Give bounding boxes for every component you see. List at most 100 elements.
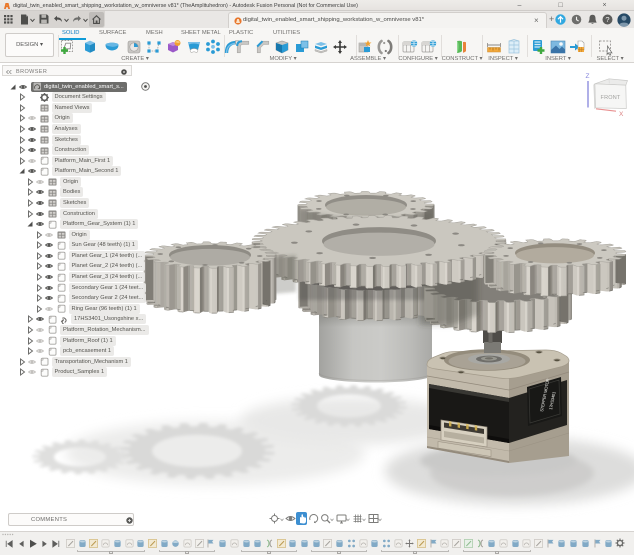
close-button[interactable]: ×: [600, 2, 609, 10]
timeline-feature-component-icon[interactable]: [125, 538, 134, 548]
timeline-feature-component-icon[interactable]: [101, 538, 110, 548]
expand-icon[interactable]: [35, 273, 43, 281]
timeline-feature-extrude-icon[interactable]: [218, 538, 227, 548]
tree-item-label[interactable]: Sketches: [52, 135, 81, 145]
configuration-icon[interactable]: [401, 38, 419, 56]
tree-row[interactable]: Named Views: [0, 103, 160, 113]
timeline-feature-extrude-icon[interactable]: [569, 538, 578, 548]
view-cube[interactable]: ZFRONTX: [578, 71, 630, 177]
timeline-group-handle[interactable]: [337, 551, 341, 554]
tree-row[interactable]: Bodies: [0, 187, 160, 197]
timeline-feature-extrude-icon[interactable]: [487, 538, 496, 548]
timeline-feature-extrude-icon[interactable]: [288, 538, 297, 548]
toolbar-group-construct[interactable]: CONSTRUCT ▾: [442, 56, 483, 62]
timeline-feature-flag-icon[interactable]: [206, 538, 215, 548]
tree-row[interactable]: Platform_Main_First 1: [0, 156, 160, 166]
workspace-tab-solid[interactable]: SOLID: [62, 30, 79, 36]
tree-row[interactable]: Secondary Gear 1 (24 teet...: [0, 283, 160, 293]
expand-icon[interactable]: [35, 305, 43, 313]
timeline-feature-extrude-icon[interactable]: [312, 538, 321, 548]
tree-item-label[interactable]: Document Settings: [52, 92, 106, 102]
eye-hidden-icon[interactable]: [36, 347, 44, 355]
timeline-feature-sketch-y-icon[interactable]: [89, 538, 98, 548]
tree-item-label[interactable]: Origin: [60, 177, 81, 187]
timeline-feature-extrude-icon[interactable]: [160, 538, 169, 548]
eye-visible-icon[interactable]: [28, 146, 36, 154]
measure-icon[interactable]: [485, 38, 503, 56]
skip-end-icon[interactable]: [52, 540, 60, 548]
expand-icon[interactable]: [18, 146, 26, 154]
insert-derive-icon[interactable]: [530, 38, 548, 56]
eye-hidden-icon[interactable]: [28, 157, 36, 165]
expand-icon[interactable]: [26, 347, 34, 355]
offset-face-icon[interactable]: [312, 38, 330, 56]
eye-hidden-icon[interactable]: [28, 358, 36, 366]
tree-item-label[interactable]: Planet Gear_1 (24 teeth) (...: [69, 251, 146, 261]
step-forward-icon[interactable]: [41, 540, 49, 548]
eye-visible-icon[interactable]: [28, 136, 36, 144]
timeline-feature-extrude-icon[interactable]: [511, 538, 520, 548]
workspace-tab-mesh[interactable]: MESH: [146, 30, 163, 36]
tree-item-label[interactable]: Transportation_Mechanism 1: [52, 357, 131, 367]
timeline-feature-sketch-y-icon[interactable]: [148, 538, 157, 548]
joint-icon[interactable]: [376, 38, 394, 56]
file-caret-icon[interactable]: [30, 18, 35, 22]
tree-item-label[interactable]: Secondary Gear 1 (24 teet...: [69, 283, 147, 293]
insert-mesh-icon[interactable]: [568, 38, 586, 56]
tree-item-label[interactable]: Construction: [52, 145, 90, 155]
collapse-icon[interactable]: [18, 167, 26, 175]
create-sketch-icon[interactable]: [59, 38, 77, 56]
timeline-feature-extrude-icon[interactable]: [335, 538, 344, 548]
workspace-tab-utilities[interactable]: UTILITIES: [273, 30, 300, 36]
canvas-icon[interactable]: [549, 38, 567, 56]
web-icon[interactable]: [185, 38, 203, 56]
workspace-selector[interactable]: DESIGN ▾: [5, 33, 54, 57]
expand-icon[interactable]: [18, 93, 26, 101]
collapse-icon[interactable]: [9, 83, 17, 91]
timeline-feature-extrude-icon[interactable]: [300, 538, 309, 548]
tree-row[interactable]: digital_twin_enabled_smart_s...: [0, 82, 160, 92]
toolbar-group-modify[interactable]: MODIFY ▾: [270, 56, 297, 62]
tab-close-icon[interactable]: ×: [534, 16, 539, 25]
zoom-caret-icon[interactable]: [330, 518, 334, 522]
timeline-feature-extrude-icon[interactable]: [253, 538, 262, 548]
tree-row[interactable]: Origin: [0, 177, 160, 187]
eye-visible-icon[interactable]: [19, 83, 27, 91]
timeline-feature-component-icon[interactable]: [440, 538, 449, 548]
tree-row[interactable]: Construction: [0, 209, 160, 219]
tree-item-label[interactable]: Secondary Gear 2 (24 teet...: [69, 293, 147, 303]
tree-row[interactable]: Sun Gear (48 teeth) (1) 1: [0, 240, 160, 250]
tree-row[interactable]: Platform_Rotation_Mechanism...: [0, 325, 160, 335]
workspace-tab-plastic[interactable]: PLASTIC: [229, 30, 253, 36]
timeline-group-handle[interactable]: [495, 551, 499, 554]
toolbar-group-inspect[interactable]: INSPECT ▾: [488, 56, 518, 62]
navbar-viewports-button[interactable]: [367, 512, 379, 525]
timeline-feature-component-icon[interactable]: [499, 538, 508, 548]
expand-icon[interactable]: [35, 262, 43, 270]
eye-visible-icon[interactable]: [45, 252, 53, 260]
expand-icon[interactable]: [26, 326, 34, 334]
timeline-feature-component-icon[interactable]: [522, 538, 531, 548]
viewports-caret-icon[interactable]: [378, 518, 382, 522]
expand-icon[interactable]: [26, 210, 34, 218]
tree-item-label[interactable]: Sketches: [60, 198, 89, 208]
tree-row[interactable]: Planet Gear_2 (24 teeth) (...: [0, 261, 160, 271]
combine-icon[interactable]: [293, 38, 311, 56]
tree-item-label[interactable]: Ring Gear (96 teeth) (1) 1: [69, 304, 140, 314]
select-window-icon[interactable]: [597, 38, 615, 56]
timeline-feature-extrude-icon[interactable]: [136, 538, 145, 548]
new-component-icon[interactable]: [356, 38, 374, 56]
timeline-options-gear-icon[interactable]: [615, 538, 625, 548]
construct-plane-icon[interactable]: [452, 38, 470, 56]
tree-row[interactable]: Secondary Gear 2 (24 teet...: [0, 293, 160, 303]
browser-handle-icon[interactable]: [121, 69, 127, 75]
eye-visible-icon[interactable]: [45, 273, 53, 281]
hole-icon[interactable]: [125, 38, 143, 56]
tree-row[interactable]: Origin: [0, 230, 160, 240]
expand-icon[interactable]: [26, 337, 34, 345]
tree-row[interactable]: Platform_Roof (1) 1: [0, 336, 160, 346]
timeline-feature-pattern-icon[interactable]: [382, 538, 391, 548]
timeline-group-handle[interactable]: [109, 551, 113, 554]
navbar-grid-snaps-button[interactable]: [351, 512, 363, 525]
collapse-icon[interactable]: [26, 220, 34, 228]
